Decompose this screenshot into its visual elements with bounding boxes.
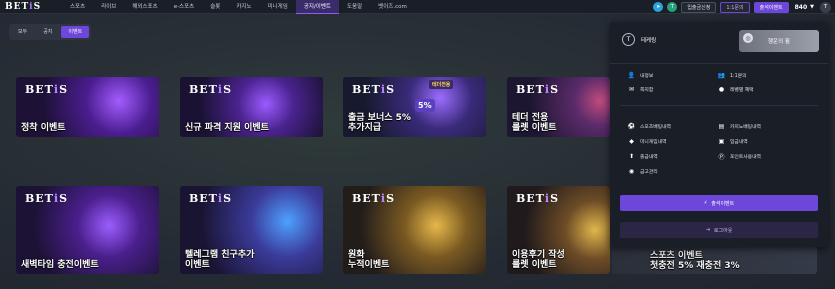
top-right-controls: ➤ T 입출금신청 1:1문의 출석이벤트 840 ▼ T (653, 0, 831, 14)
mail-icon: ✉ (628, 86, 635, 93)
main-nav: 스포츠 라이브 해외스포츠 e-스포츠 슬롯 카지노 미니게임 공지/이벤트 도… (62, 0, 415, 14)
divider (620, 105, 818, 106)
nav-item-help[interactable]: 도움말 (339, 0, 370, 14)
bonus-percent: 5% (415, 99, 435, 112)
event-card[interactable]: BETiS 새벽타임 충전이벤트 (16, 186, 159, 274)
nav-item-casino[interactable]: 카지노 (228, 0, 259, 14)
lightning-icon: ⚡ (703, 200, 708, 206)
coupon-icon: ◉ (628, 168, 635, 175)
menu-item-messages[interactable]: ✉ 쪽지함 (628, 86, 653, 93)
event-card[interactable]: BETiS 테더 전용 룰렛 이벤트 (507, 77, 610, 137)
lucky-wheel-button[interactable]: ◎ 행운의 휠 (739, 30, 819, 52)
card-brand: BETiS (516, 192, 560, 205)
event-card[interactable]: BETiS 정착 이벤트 (16, 77, 159, 137)
inquiry-button[interactable]: 1:1문의 (720, 1, 750, 13)
tether-badge: 테더전용 (429, 80, 454, 89)
attendance-event-panel-label: 출석이벤트 (711, 200, 735, 207)
users-icon: 👥 (717, 72, 726, 79)
point-icon: Ⓟ (718, 154, 725, 161)
card-title: 신규 파격 지원 이벤트 (185, 123, 269, 133)
card-title: 정착 이벤트 (21, 123, 66, 133)
menu-item-my-info[interactable]: 👤 내정보 (628, 72, 653, 79)
game-icon: ◆ (629, 138, 634, 145)
tab-event[interactable]: 이벤트 (61, 26, 90, 38)
logout-icon: ⇥ (705, 227, 710, 233)
event-card[interactable]: BETiS 원화 누적이벤트 (343, 186, 486, 274)
nav-item-slots[interactable]: 슬롯 (202, 0, 228, 14)
logout-label: 로그아웃 (713, 227, 733, 234)
tab-all[interactable]: 모두 (11, 26, 34, 38)
logo-text-pre: BET (5, 1, 30, 12)
chevron-down-icon: ▼ (810, 4, 814, 10)
menu-item-vault[interactable]: ◉ 금고관리 (628, 168, 658, 175)
menu-item-sports-bet-history[interactable]: ⚽ 스포츠배팅내역 (628, 123, 671, 130)
event-card[interactable]: BETiS 테더전용 5% 출금 보너스 5% 추가지급 (343, 77, 486, 137)
menu-item-casino-bet-history[interactable]: ▤ 카지노배팅내역 (718, 123, 761, 130)
card-brand: BETiS (25, 83, 69, 96)
wheel-icon: ◎ (743, 33, 753, 43)
deposit-withdraw-button[interactable]: 입출금신청 (681, 1, 717, 13)
card-title: 스포츠 이벤트 첫충전 5% 재충전 3% (650, 251, 740, 271)
points-display[interactable]: 840 ▼ (793, 4, 816, 11)
filter-tabs: 모두 공지 이벤트 (9, 24, 92, 40)
nav-item-overseas-sports[interactable]: 해외스포츠 (124, 0, 165, 14)
card-title: 테더 전용 룰렛 이벤트 (512, 113, 557, 133)
menu-item-point-history[interactable]: Ⓟ 포인트사용내역 (718, 153, 760, 161)
event-card[interactable]: BETiS 이용후기 작성 룰렛 이벤트 (507, 186, 610, 274)
card-title: 출금 보너스 5% 추가지급 (348, 113, 411, 133)
event-card[interactable]: BETiS 신규 파격 지원 이벤트 (180, 77, 323, 137)
attendance-event-panel-button[interactable]: ⚡ 출석이벤트 (620, 195, 818, 211)
card-brand: BETiS (352, 192, 396, 205)
tab-notice[interactable]: 공지 (36, 26, 59, 38)
site-logo[interactable]: BET i S (0, 0, 62, 14)
nav-item-minigame[interactable]: 미니게임 (260, 0, 296, 14)
nav-item-notice-event[interactable]: 공지/이벤트 (295, 0, 339, 14)
user-avatar-icon: T (622, 33, 635, 46)
lucky-wheel-label: 행운의 휠 (768, 39, 790, 45)
coin-icon: ● (718, 86, 725, 93)
telegram-icon[interactable]: ➤ (653, 2, 664, 12)
card-brand: BETiS (352, 83, 396, 96)
points-value: 840 (794, 3, 808, 11)
card-brand: BETiS (189, 192, 233, 205)
menu-item-deposit-history[interactable]: ▣ 입금내역 (718, 138, 748, 145)
cards-icon: ▤ (718, 123, 725, 130)
card-brand: BETiS (516, 83, 560, 96)
card-brand: BETiS (25, 192, 69, 205)
nav-item-site-link[interactable]: 벳이즈.com (370, 0, 415, 14)
ball-icon: ⚽ (627, 123, 636, 130)
panel-header: T 테케링 ◎ 행운의 휠 (610, 22, 828, 64)
attendance-event-button[interactable]: 출석이벤트 (753, 1, 789, 13)
event-card[interactable]: BETiS 텔레그램 친구추가 이벤트 (180, 186, 323, 274)
card-brand: BETiS (189, 83, 233, 96)
menu-item-level-benefits[interactable]: ● 레벨별 혜택 (718, 86, 754, 93)
nav-item-live[interactable]: 라이브 (93, 0, 124, 14)
top-navbar: BET i S 스포츠 라이브 해외스포츠 e-스포츠 슬롯 카지노 미니게임 공지… (0, 0, 835, 14)
card-title: 원화 누적이벤트 (348, 250, 390, 270)
menu-item-withdraw-history[interactable]: ⬆ 출금내역 (628, 153, 658, 160)
menu-item-inquiry[interactable]: 👥 1:1문의 (718, 72, 747, 79)
card-title: 이용후기 작성 룰렛 이벤트 (512, 250, 565, 270)
tether-icon[interactable]: T (667, 2, 678, 12)
user-icon: 👤 (627, 72, 636, 79)
nav-item-sports[interactable]: 스포츠 (62, 0, 93, 14)
card-title: 텔레그램 친구추가 이벤트 (185, 250, 255, 270)
logo-text-post: S (33, 1, 42, 12)
logout-button[interactable]: ⇥ 로그아웃 (620, 222, 818, 238)
withdraw-icon: ⬆ (628, 153, 635, 160)
event-card[interactable]: 스포츠 이벤트 첫충전 5% 재충전 3% (612, 245, 817, 274)
menu-item-minigame-history[interactable]: ◆ 미니게임내역 (628, 138, 666, 145)
nav-item-esports[interactable]: e-스포츠 (166, 0, 203, 14)
card-title: 새벽타임 충전이벤트 (21, 260, 99, 270)
wallet-icon: ▣ (718, 138, 725, 145)
avatar[interactable]: T (820, 1, 831, 13)
username: 테케링 (641, 38, 657, 44)
user-dropdown-panel: T 테케링 ◎ 행운의 휠 👤 내정보 👥 1:1문의 ✉ 쪽지함 ● 레벨별 혜택 ⚽… (610, 22, 828, 247)
